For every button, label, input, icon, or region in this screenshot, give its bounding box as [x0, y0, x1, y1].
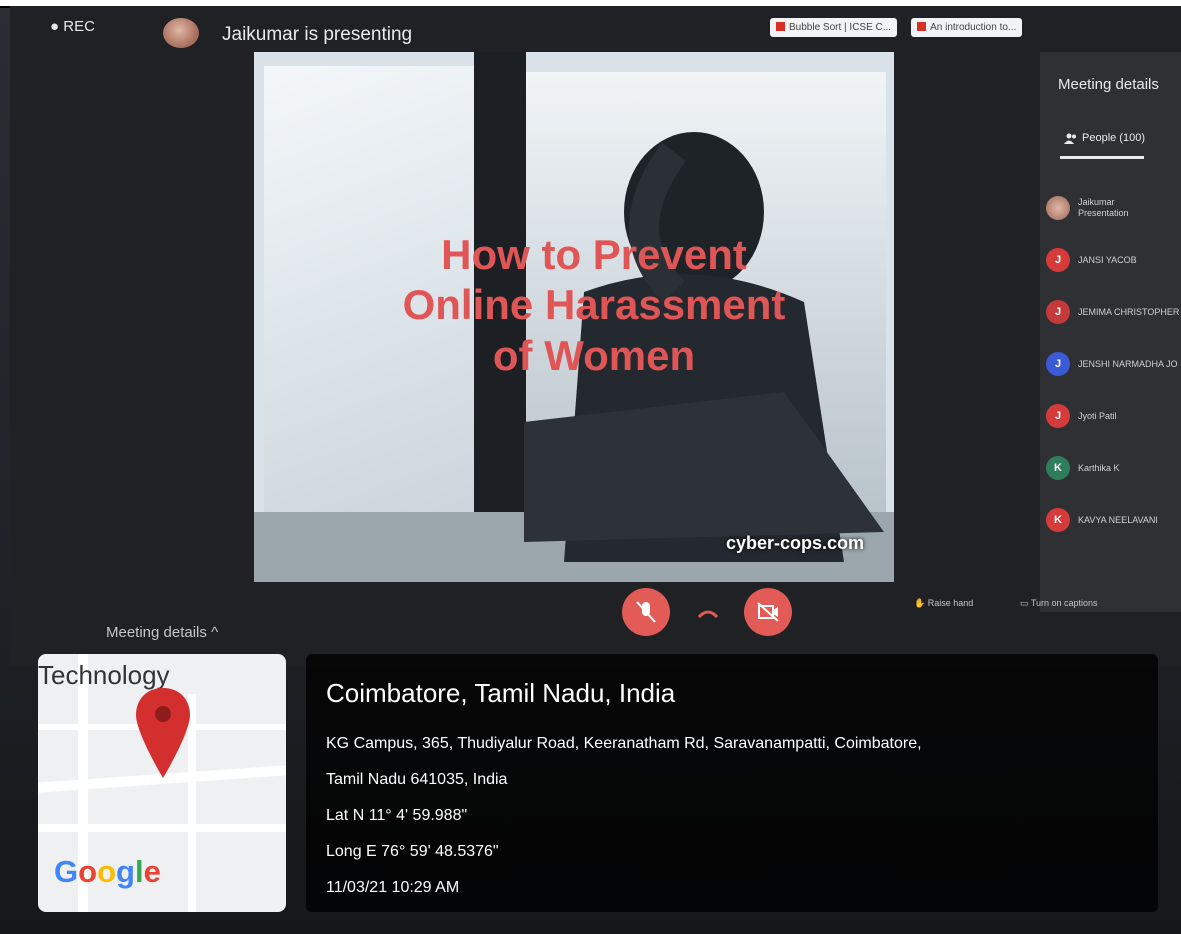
- google-logo: Google: [54, 854, 161, 889]
- participant-name: JANSI YACOB: [1078, 254, 1137, 265]
- participant-list: Jaikumar Presentation J JANSI YACOB J JEM…: [1046, 182, 1181, 546]
- presentation-slide: How to Prevent Online Harassment of Wome…: [254, 52, 894, 582]
- avatar: K: [1046, 508, 1070, 532]
- participant-item[interactable]: J JENSHI NARMADHA JO: [1046, 338, 1181, 390]
- participant-name: Karthika K: [1078, 462, 1120, 473]
- tab-people[interactable]: People (100): [1064, 132, 1145, 144]
- location-map: Technology Google: [38, 654, 286, 912]
- camera-off-button[interactable]: [744, 588, 792, 636]
- participant-item[interactable]: K KAVYA NEELAVANI: [1046, 494, 1181, 546]
- meet-window: ● REC Jaikumar is presenting Bubble Sort…: [10, 6, 1181, 666]
- bookmark-bubble-sort[interactable]: Bubble Sort | ICSE C...: [770, 17, 898, 37]
- participant-role: Presentation: [1078, 208, 1129, 218]
- avatar: [1046, 196, 1070, 220]
- tab-indicator: [1060, 156, 1144, 159]
- location-details: KG Campus, 365, Thudiyalur Road, Keerana…: [326, 726, 1146, 906]
- people-icon: [1064, 133, 1076, 144]
- pdf-icon: [917, 22, 927, 32]
- participant-name: Jaikumar: [1078, 197, 1115, 208]
- participant-item[interactable]: Jaikumar Presentation: [1046, 182, 1181, 234]
- meeting-details-panel: Meeting details People (100) Jaikumar Pre…: [1040, 52, 1181, 612]
- call-controls: Meeting details ^ ✋ Raise hand ▭ Turn on…: [10, 566, 1181, 666]
- panel-title: Meeting details: [1058, 76, 1159, 93]
- browser-bookmarks: Bubble Sort | ICSE C... An introduction …: [770, 14, 1181, 40]
- slide-watermark: cyber-cops.com: [725, 533, 864, 553]
- participant-name: JEMIMA CHRISTOPHER: [1078, 306, 1180, 317]
- participant-item[interactable]: J JEMIMA CHRISTOPHER: [1046, 286, 1181, 338]
- raise-hand-button[interactable]: ✋ Raise hand: [914, 598, 973, 609]
- presenting-banner: Jaikumar is presenting: [222, 24, 413, 45]
- mute-mic-button[interactable]: [622, 588, 670, 636]
- captions-button[interactable]: ▭ Turn on captions: [1020, 598, 1098, 609]
- participant-name: Jyoti Patil: [1078, 410, 1117, 421]
- bookmark-introduction[interactable]: An introduction to...: [911, 17, 1023, 37]
- map-place-label: Technology: [38, 660, 170, 690]
- photo-frame: ● REC Jaikumar is presenting Bubble Sort…: [0, 0, 1181, 934]
- avatar: J: [1046, 248, 1070, 272]
- participant-name: KAVYA NEELAVANI: [1078, 514, 1158, 525]
- location-city: Coimbatore, Tamil Nadu, India: [326, 678, 676, 708]
- phone-hangup-icon: [697, 610, 719, 619]
- rec-indicator: ● REC: [50, 18, 95, 35]
- latitude: Lat N 11° 4' 59.988": [326, 807, 468, 824]
- bookmark-icon: [776, 22, 785, 32]
- address-line-1: KG Campus, 365, Thudiyalur Road, Keerana…: [326, 735, 922, 752]
- avatar: K: [1046, 456, 1070, 480]
- participant-item[interactable]: J Jyoti Patil: [1046, 390, 1181, 442]
- map-pin-icon: [136, 688, 190, 778]
- avatar: J: [1046, 300, 1070, 324]
- meeting-details-button[interactable]: Meeting details ^: [106, 624, 218, 641]
- longitude: Long E 76° 59' 48.5376": [326, 843, 499, 860]
- location-info-card: Coimbatore, Tamil Nadu, India KG Campus,…: [306, 654, 1158, 912]
- presenter-avatar: [163, 18, 199, 48]
- avatar: J: [1046, 404, 1070, 428]
- camera-off-icon: [757, 602, 779, 622]
- address-line-2: Tamil Nadu 641035, India: [326, 771, 508, 788]
- participant-item[interactable]: J JANSI YACOB: [1046, 234, 1181, 286]
- end-call-button[interactable]: [697, 606, 719, 624]
- participant-name: JENSHI NARMADHA JO: [1078, 358, 1178, 369]
- timestamp: 11/03/21 10:29 AM: [326, 879, 460, 896]
- mic-off-icon: [636, 601, 656, 623]
- avatar: J: [1046, 352, 1070, 376]
- participant-item[interactable]: K Karthika K: [1046, 442, 1181, 494]
- slide-title: How to Prevent Online Harassment of Wome…: [402, 231, 786, 379]
